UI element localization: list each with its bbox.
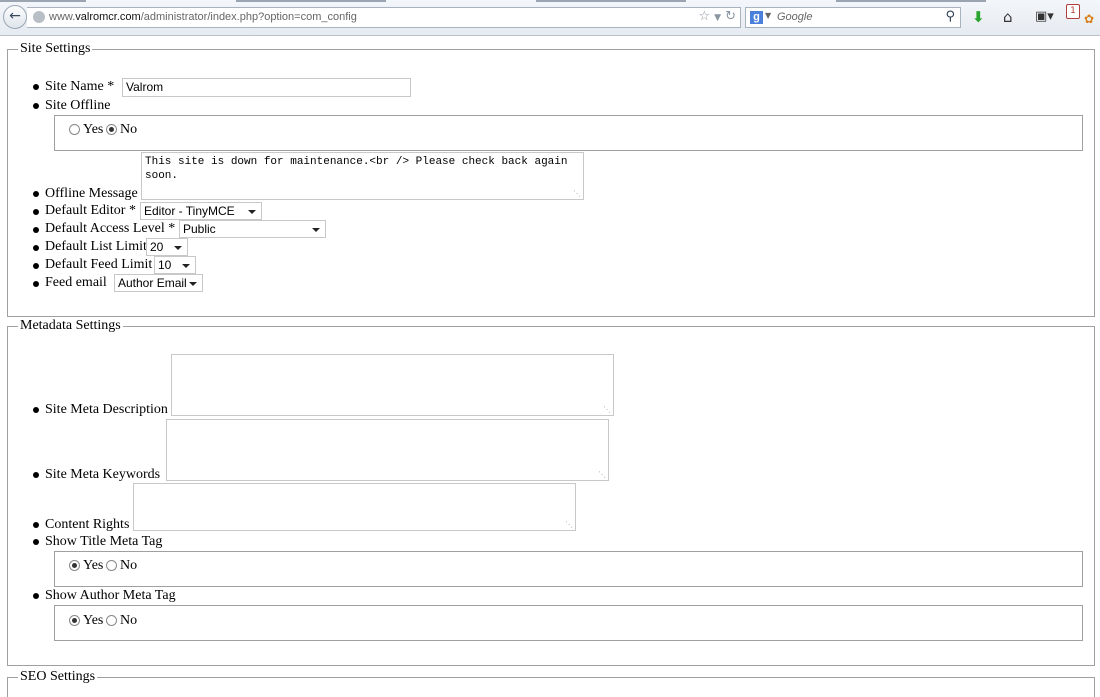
search-engine-dropdown-icon[interactable]: ▼ — [765, 11, 771, 20]
list-bullet — [33, 539, 39, 545]
show-author-no-radio[interactable] — [106, 615, 117, 626]
site-name-input[interactable]: Valrom — [122, 78, 411, 97]
reload-icon[interactable]: ↻ — [725, 9, 736, 24]
chevron-down-icon — [182, 264, 190, 268]
resize-grip-icon[interactable]: ⋱ — [603, 406, 611, 414]
list-bullet — [33, 281, 39, 287]
history-dropdown-icon[interactable]: ▼ — [714, 13, 721, 23]
default-feed-limit-label: Default Feed Limit — [45, 257, 153, 272]
default-feed-limit-select[interactable]: 10 — [154, 256, 196, 274]
feed-email-select[interactable]: Author Email — [114, 274, 203, 292]
list-bullet — [33, 103, 39, 109]
site-settings-legend: Site Settings — [18, 41, 93, 57]
site-offline-label: Site Offline — [45, 98, 111, 113]
default-feed-limit-value: 10 — [158, 258, 172, 272]
meta-description-label: Site Meta Description — [45, 402, 168, 417]
show-author-yes-radio[interactable] — [69, 615, 80, 626]
show-title-radio-group — [54, 551, 1083, 587]
show-author-no-label: No — [120, 613, 138, 628]
resize-grip-icon[interactable]: ⋱ — [565, 521, 573, 529]
seo-settings-fieldset: SEO Settings — [7, 669, 1095, 697]
offline-yes-radio[interactable] — [69, 124, 80, 135]
list-bullet — [33, 227, 39, 233]
offline-message-label: Offline Message — [45, 186, 138, 201]
offline-no-radio[interactable] — [106, 124, 117, 135]
content-rights-label: Content Rights — [45, 517, 130, 532]
default-editor-select[interactable]: Editor - TinyMCE — [140, 202, 262, 220]
chevron-down-icon — [174, 246, 182, 250]
url-path: /administrator/index.php?option=com_conf… — [140, 11, 357, 23]
url-domain: valromcr.com — [75, 11, 141, 23]
feed-email-value: Author Email — [118, 276, 187, 290]
site-name-label: Site Name * — [45, 79, 115, 94]
show-author-yes-label: Yes — [83, 613, 104, 628]
browser-toolbar: ← www.valromcr.com/administrator/index.p… — [0, 0, 1100, 36]
globe-icon — [33, 11, 45, 23]
resize-grip-icon[interactable]: ⋱ — [573, 190, 581, 198]
list-bullet — [33, 407, 39, 413]
search-placeholder: Google — [777, 11, 813, 23]
chevron-down-icon — [189, 282, 197, 286]
meta-description-textarea[interactable]: ⋱ — [171, 354, 614, 416]
list-bullet — [33, 84, 39, 90]
offline-yes-label: Yes — [83, 122, 104, 137]
url-bar-icons: ☆ ▼ ↻ — [695, 9, 736, 24]
default-access-select[interactable]: Public — [179, 220, 326, 238]
search-icon[interactable]: ⚲ — [945, 9, 955, 24]
url-text: www.valromcr.com/administrator/index.php… — [49, 11, 357, 23]
show-title-yes-radio[interactable] — [69, 560, 80, 571]
show-author-label: Show Author Meta Tag — [45, 588, 176, 603]
notification-badge[interactable]: 1 — [1066, 4, 1080, 19]
meta-keywords-textarea[interactable]: ⋱ — [166, 419, 609, 481]
address-bar[interactable]: www.valromcr.com/administrator/index.php… — [27, 7, 741, 28]
default-list-limit-label: Default List Limit — [45, 239, 147, 254]
list-bullet — [33, 522, 39, 528]
url-prefix: www. — [49, 11, 76, 23]
offline-message-text: This site is down for maintenance.<br />… — [145, 156, 575, 182]
site-offline-radio-group — [54, 115, 1083, 151]
extension-icon[interactable]: ✿ — [1084, 10, 1094, 28]
show-title-no-radio[interactable] — [106, 560, 117, 571]
metadata-settings-legend: Metadata Settings — [18, 318, 123, 334]
google-logo-icon[interactable]: g — [750, 11, 763, 24]
show-author-radio-group — [54, 605, 1083, 641]
content-rights-textarea[interactable]: ⋱ — [133, 483, 576, 531]
list-bullet — [33, 209, 39, 215]
download-icon[interactable]: ⬇ — [972, 8, 985, 26]
meta-keywords-label: Site Meta Keywords — [45, 467, 161, 482]
resize-grip-icon[interactable]: ⋱ — [598, 471, 606, 479]
chevron-down-icon — [248, 210, 256, 214]
seo-settings-legend: SEO Settings — [18, 669, 98, 685]
offline-no-label: No — [120, 122, 138, 137]
offline-message-textarea[interactable]: This site is down for maintenance.<br />… — [141, 152, 584, 200]
show-title-label: Show Title Meta Tag — [45, 534, 163, 549]
list-bullet — [33, 191, 39, 197]
default-access-label: Default Access Level * — [45, 221, 176, 236]
back-arrow-icon: ← — [9, 8, 21, 24]
bookmark-star-icon[interactable]: ☆ — [699, 9, 711, 24]
list-bullet — [33, 245, 39, 251]
show-title-yes-label: Yes — [83, 558, 104, 573]
default-access-value: Public — [183, 222, 216, 236]
list-bullet — [33, 593, 39, 599]
search-box[interactable]: g ▼ Google ⚲ — [745, 7, 961, 28]
list-bullet — [33, 472, 39, 478]
home-icon[interactable]: ⌂ — [1003, 8, 1013, 26]
feed-email-label: Feed email — [45, 275, 107, 290]
bookmarks-menu-icon[interactable]: ▣▾ — [1035, 8, 1054, 26]
show-title-no-label: No — [120, 558, 138, 573]
default-editor-value: Editor - TinyMCE — [144, 204, 235, 218]
back-button[interactable]: ← — [3, 5, 27, 29]
default-list-limit-value: 20 — [150, 240, 164, 254]
list-bullet — [33, 263, 39, 269]
tab-strip — [0, 0, 1100, 2]
default-editor-label: Default Editor * — [45, 203, 136, 218]
chevron-down-icon — [312, 228, 320, 232]
default-list-limit-select[interactable]: 20 — [146, 238, 188, 256]
